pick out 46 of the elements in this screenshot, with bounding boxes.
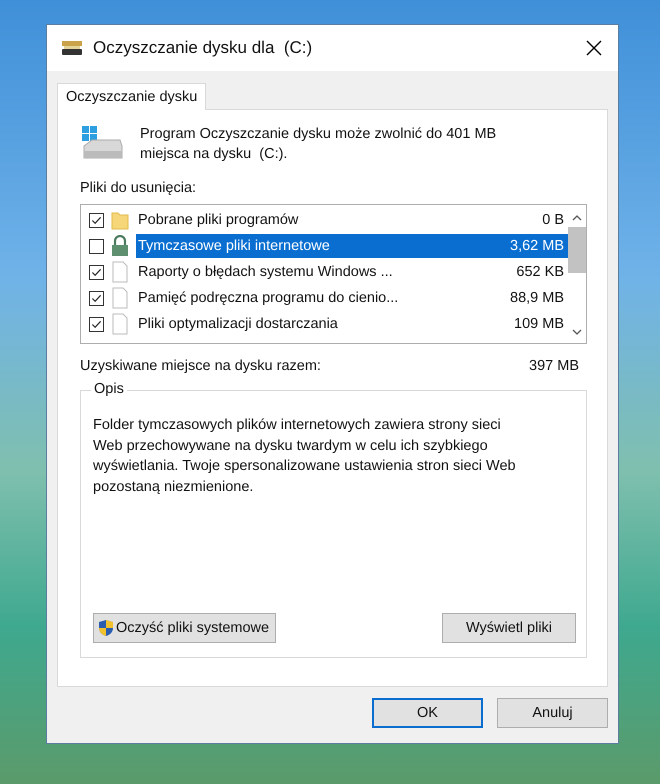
checkmark-icon (91, 214, 102, 226)
description-text: Folder tymczasowych plików internetowych zawiera strony sieci Web przechowywane na dysku twardym w celu ich szybkiego wyświetlania. Twoje spersonalizowane ustawienia stron sieci Web pozostaną niezmienione. (93, 416, 517, 496)
file-icon (110, 261, 130, 283)
checkbox[interactable] (89, 264, 104, 280)
group-title: Opis (91, 381, 127, 397)
file-icon (110, 287, 130, 309)
file-size: 0 B (542, 212, 564, 228)
file-size: 652 KB (516, 264, 564, 280)
total-value: 397 MB (529, 358, 579, 374)
file-list-item[interactable]: Tymczasowe pliki internetowe 3,62 MB (136, 234, 568, 258)
file-list-item[interactable]: Pamięć podręczna programu do cienio... 88,9 MB (136, 286, 568, 310)
file-name: Pobrane pliki programów (138, 212, 298, 228)
total-label: Uzyskiwane miejsce na dysku razem: (80, 358, 321, 374)
file-size: 109 MB (514, 316, 564, 332)
file-size: 3,62 MB (510, 238, 564, 254)
checkbox[interactable] (89, 212, 104, 228)
file-name: Tymczasowe pliki internetowe (138, 238, 330, 254)
clean-system-files-button[interactable]: Oczyść pliki systemowe (93, 613, 276, 643)
checkmark-icon (91, 318, 102, 330)
padlock-icon (110, 235, 130, 257)
file-list-item[interactable]: Pobrane pliki programów 0 B (136, 208, 568, 232)
file-name: Pamięć podręczna programu do cienio... (138, 290, 398, 306)
ok-button[interactable]: OK (372, 698, 483, 728)
checkbox[interactable] (89, 316, 104, 332)
checkmark-icon (91, 292, 102, 304)
checkbox[interactable] (89, 238, 104, 254)
disk-cleanup-icon (61, 40, 83, 56)
scroll-up-icon[interactable] (572, 215, 582, 221)
close-icon[interactable] (586, 40, 602, 56)
intro-text: Program Oczyszczanie dysku może zwolnić do 401 MB miejsca na dysku (C:). (140, 125, 498, 164)
files-label: Pliki do usunięcia: (80, 180, 198, 196)
view-files-button[interactable]: Wyświetl pliki (442, 613, 576, 643)
scroll-down-icon[interactable] (572, 329, 582, 335)
file-list-item[interactable]: Pliki optymalizacji dostarczania 109 MB (136, 312, 568, 336)
shield-icon (98, 619, 114, 637)
scroll-thumb[interactable] (568, 227, 586, 273)
file-list-item[interactable]: Raporty o błędach systemu Windows ... 652 KB (136, 260, 568, 284)
window-title: Oczyszczanie dysku dla (C:) (93, 38, 314, 58)
checkmark-icon (91, 266, 102, 278)
file-size: 88,9 MB (510, 290, 564, 306)
tab[interactable]: Oczyszczanie dysku (57, 83, 206, 110)
file-name: Raporty o błędach systemu Windows ... (138, 264, 393, 280)
file-icon (110, 313, 130, 335)
file-name: Pliki optymalizacji dostarczania (138, 316, 338, 332)
cancel-button[interactable]: Anuluj (497, 698, 608, 728)
checkbox[interactable] (89, 290, 104, 306)
